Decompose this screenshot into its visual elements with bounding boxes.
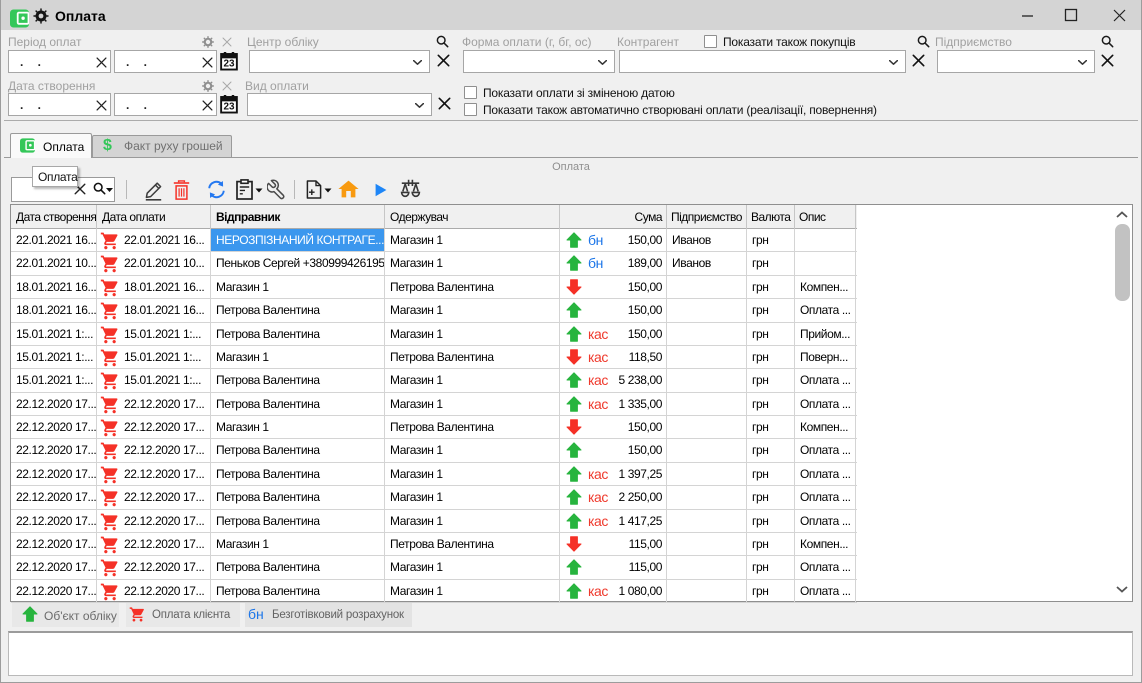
svg-text:23: 23 [223,58,235,69]
svg-text:23: 23 [223,101,235,112]
